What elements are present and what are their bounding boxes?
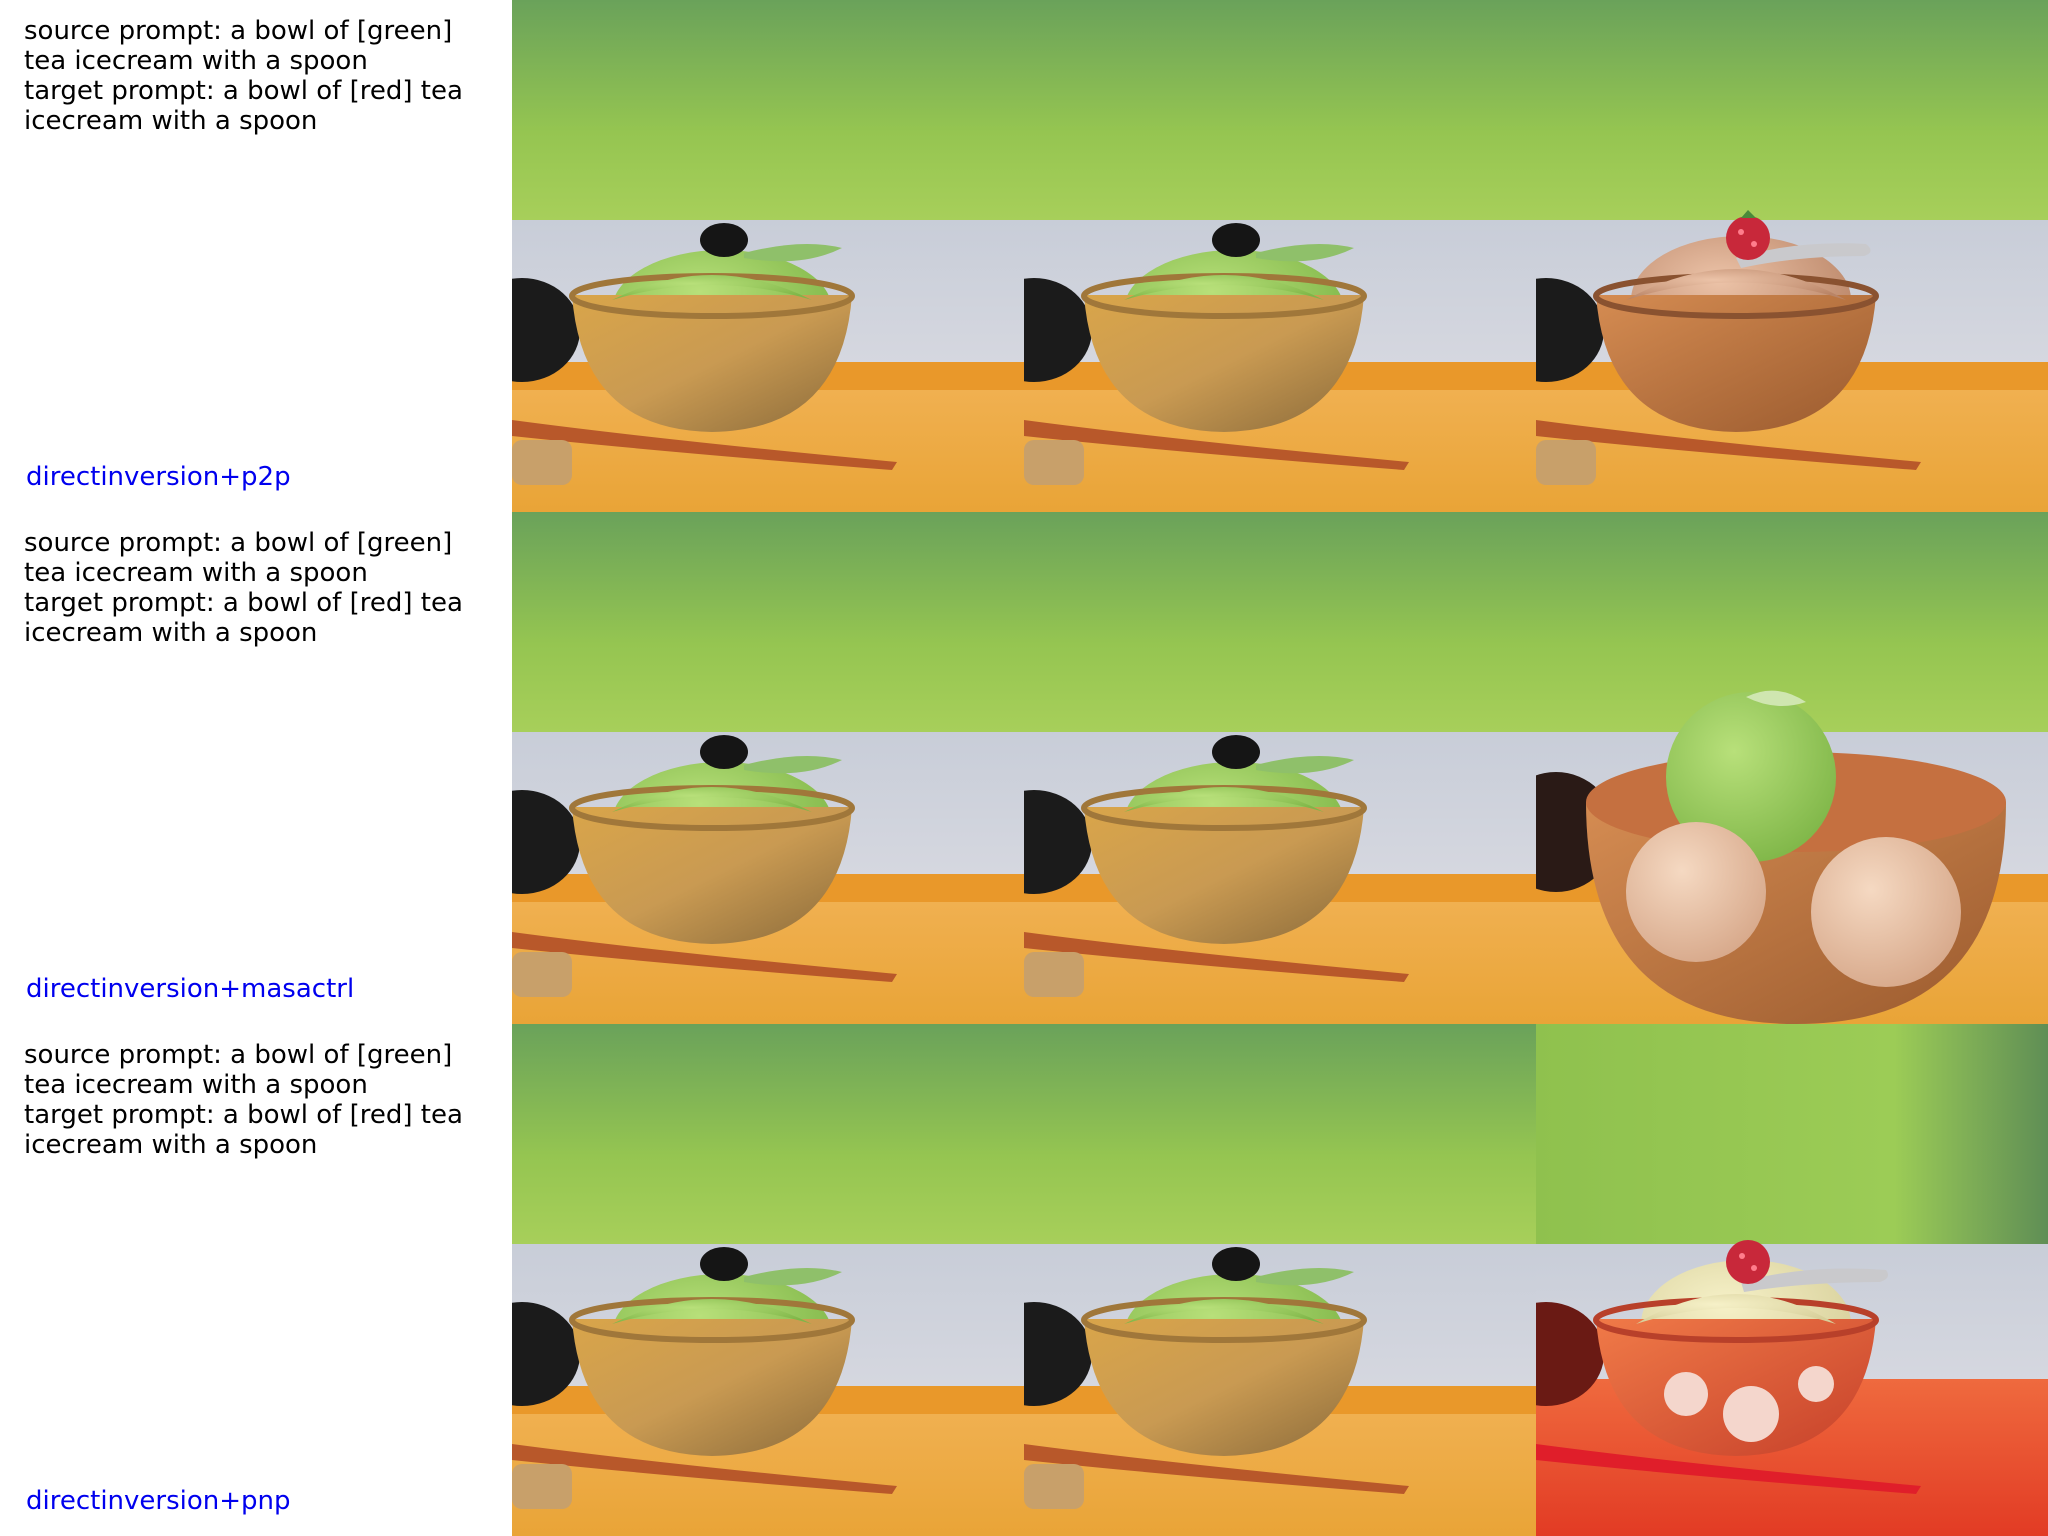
row-caption: source prompt: a bowl of [green] tea ice…	[0, 1024, 512, 1536]
source-image	[512, 0, 1024, 512]
reconstructed-image	[1024, 1024, 1536, 1536]
method-label: directinversion+pnp	[26, 1486, 291, 1516]
method-label: directinversion+masactrl	[26, 974, 355, 1004]
prompt-block: source prompt: a bowl of [green] tea ice…	[24, 528, 494, 648]
target-prompt: target prompt: a bowl of [red] tea icecr…	[24, 1100, 463, 1160]
prompt-block: source prompt: a bowl of [green] tea ice…	[24, 16, 494, 136]
edited-image	[1536, 512, 2048, 1024]
source-prompt: source prompt: a bowl of [green] tea ice…	[24, 1040, 453, 1100]
comparison-row: source prompt: a bowl of [green] tea ice…	[0, 0, 2048, 512]
row-caption: source prompt: a bowl of [green] tea ice…	[0, 0, 512, 512]
method-label: directinversion+p2p	[26, 462, 291, 492]
target-prompt: target prompt: a bowl of [red] tea icecr…	[24, 76, 463, 136]
edited-image	[1536, 1024, 2048, 1536]
target-prompt: target prompt: a bowl of [red] tea icecr…	[24, 588, 463, 648]
source-prompt: source prompt: a bowl of [green] tea ice…	[24, 16, 453, 76]
reconstructed-image	[1024, 512, 1536, 1024]
source-image	[512, 512, 1024, 1024]
row-caption: source prompt: a bowl of [green] tea ice…	[0, 512, 512, 1024]
prompt-block: source prompt: a bowl of [green] tea ice…	[24, 1040, 494, 1160]
edited-image	[1536, 0, 2048, 512]
source-prompt: source prompt: a bowl of [green] tea ice…	[24, 528, 453, 588]
comparison-row: source prompt: a bowl of [green] tea ice…	[0, 512, 2048, 1024]
comparison-row: source prompt: a bowl of [green] tea ice…	[0, 1024, 2048, 1536]
source-image	[512, 1024, 1024, 1536]
reconstructed-image	[1024, 0, 1536, 512]
